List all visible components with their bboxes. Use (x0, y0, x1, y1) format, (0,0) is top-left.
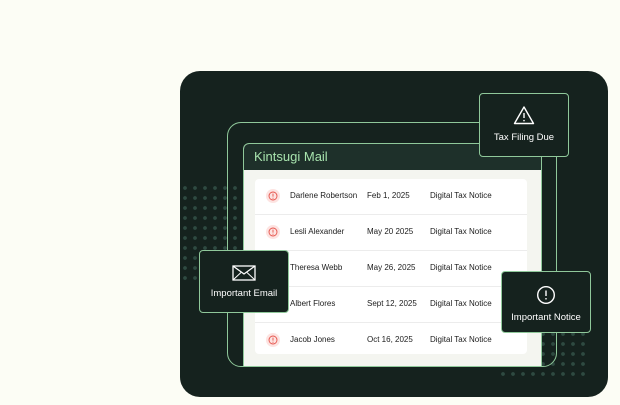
email-date: Feb 1, 2025 (367, 191, 410, 200)
callout-label: Tax Filing Due (493, 132, 555, 143)
mail-list: Darlene Robertson Feb 1, 2025 Digital Ta… (255, 179, 527, 354)
mail-row[interactable]: Jacob Jones Oct 16, 2025 Digital Tax Not… (255, 323, 527, 358)
envelope-icon (200, 265, 288, 284)
sender-name: Lesli Alexander (290, 227, 345, 236)
email-subject: Digital Tax Notice (430, 191, 492, 200)
mail-row[interactable]: Albert Flores Sept 12, 2025 Digital Tax … (255, 287, 527, 323)
alert-circle-icon (266, 333, 280, 347)
sender-name: Albert Flores (290, 299, 336, 308)
alert-circle-icon (266, 189, 280, 203)
email-date: May 20 2025 (367, 227, 414, 236)
mail-row[interactable]: Lesli Alexander May 20 2025 Digital Tax … (255, 215, 527, 251)
email-subject: Digital Tax Notice (430, 227, 492, 236)
callout-label: Important Email (210, 288, 278, 299)
sender-name: Theresa Webb (290, 263, 343, 272)
email-date: May 26, 2025 (367, 263, 416, 272)
email-subject: Digital Tax Notice (430, 299, 492, 308)
sender-name: Darlene Robertson (290, 191, 358, 200)
email-subject: Digital Tax Notice (430, 263, 492, 272)
sender-name: Jacob Jones (290, 335, 335, 344)
callout-label: Important Notice (511, 312, 581, 323)
important-notice-callout: Important Notice (501, 271, 591, 333)
email-date: Sept 12, 2025 (367, 299, 417, 308)
important-email-callout: Important Email (199, 250, 289, 313)
mail-row[interactable]: Theresa Webb May 26, 2025 Digital Tax No… (255, 251, 527, 287)
alert-circle-icon (266, 225, 280, 239)
alert-circle-icon (502, 285, 590, 308)
email-date: Oct 16, 2025 (367, 335, 413, 344)
mail-row[interactable]: Darlene Robertson Feb 1, 2025 Digital Ta… (255, 179, 527, 215)
tax-filing-due-callout: Tax Filing Due (479, 93, 569, 157)
warning-triangle-icon (480, 105, 568, 128)
email-subject: Digital Tax Notice (430, 335, 492, 344)
